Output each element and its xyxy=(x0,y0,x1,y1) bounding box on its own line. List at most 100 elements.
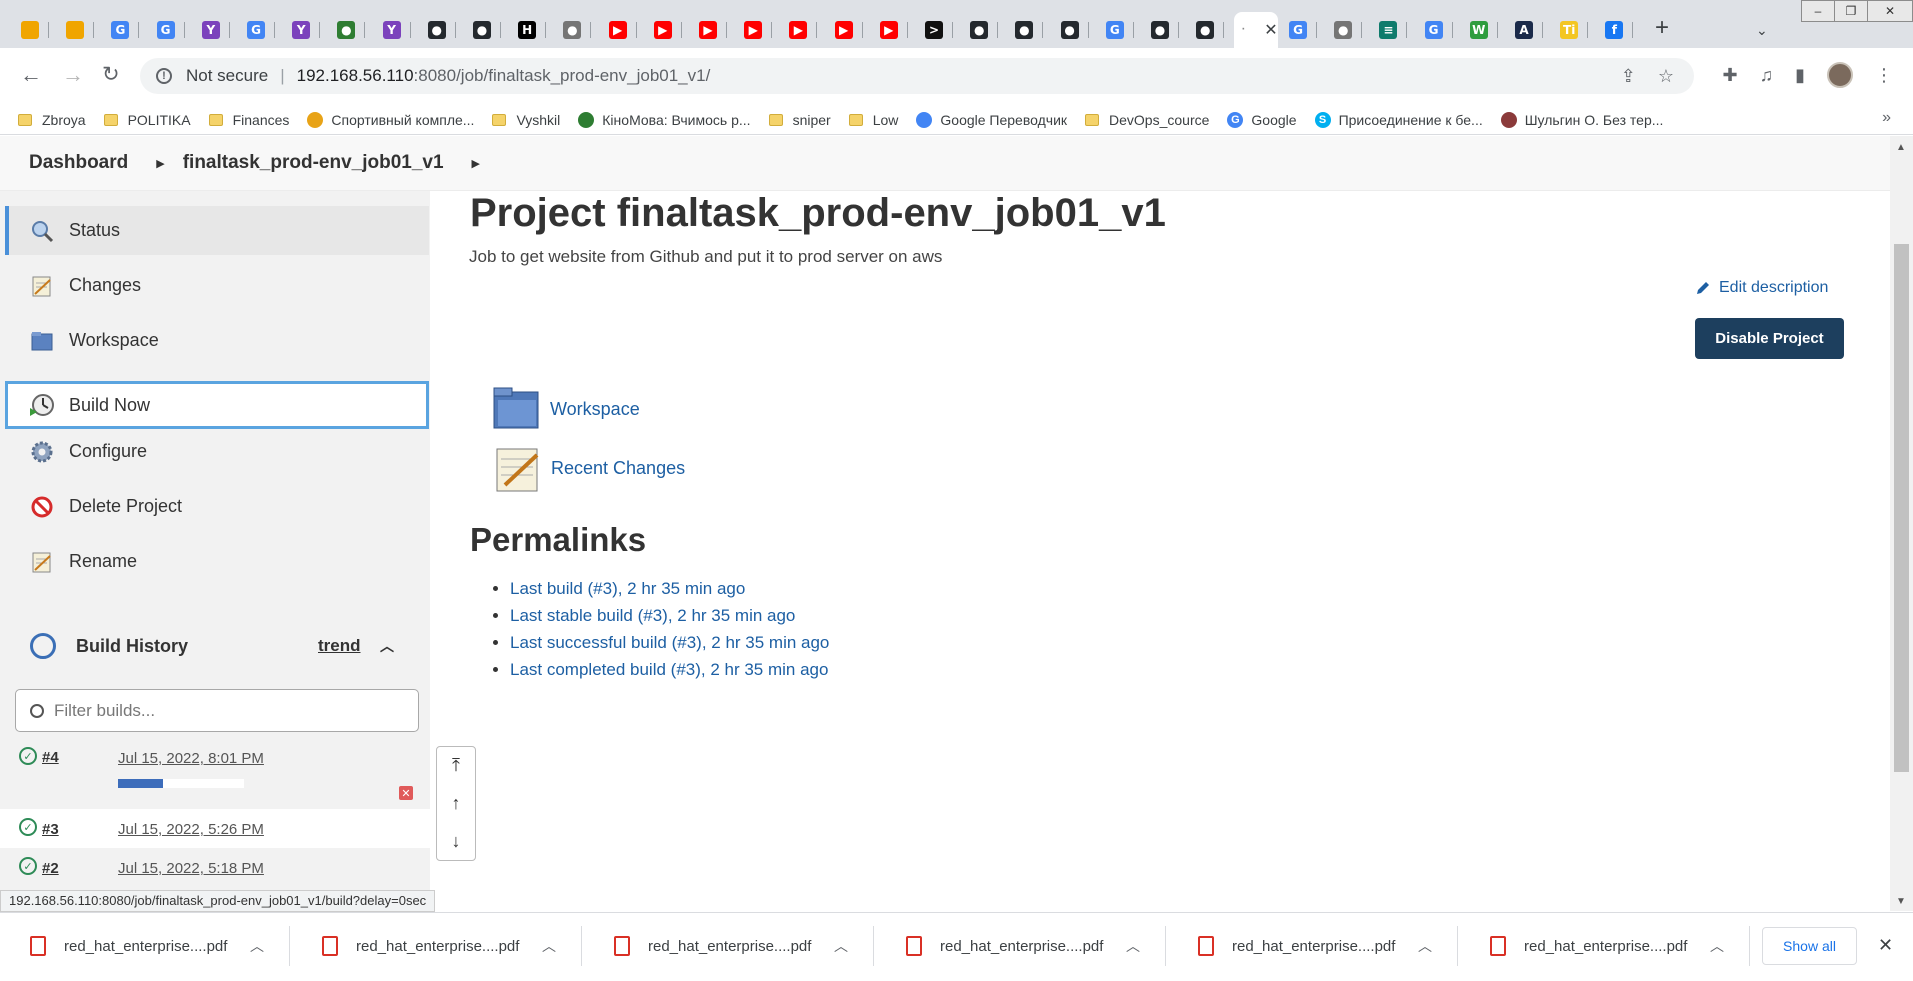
maximize-button[interactable]: ❐ xyxy=(1834,0,1868,22)
close-shelf-icon[interactable]: ✕ xyxy=(1878,935,1893,956)
avatar[interactable] xyxy=(1827,62,1853,88)
chevron-up-icon[interactable]: ︿ xyxy=(1418,936,1432,956)
permalink[interactable]: Last completed build (#3), 2 hr 35 min a… xyxy=(510,660,828,679)
browser-tab[interactable]: ● xyxy=(1324,12,1363,48)
download-item[interactable]: red_hat_enterprise....pdf ︿ xyxy=(584,921,874,971)
sidebar-item-delete-project[interactable]: Delete Project xyxy=(5,482,429,531)
recent-changes-link[interactable]: Recent Changes xyxy=(493,443,685,493)
browser-tab[interactable]: ● xyxy=(1005,12,1044,48)
vertical-scrollbar[interactable]: ▲ ▼ xyxy=(1890,136,1913,911)
side-panel-icon[interactable]: ▮ xyxy=(1795,65,1805,86)
scroll-down-icon[interactable]: ↓ xyxy=(452,831,461,852)
browser-tab[interactable]: G xyxy=(101,12,140,48)
filter-builds-input[interactable]: Filter builds... xyxy=(15,689,419,732)
close-tab-icon[interactable]: ✕ xyxy=(1264,20,1277,40)
browser-tab[interactable]: ● xyxy=(327,12,366,48)
browser-tab[interactable]: ● xyxy=(1051,12,1089,48)
browser-tab[interactable]: Y xyxy=(192,12,230,48)
browser-tab[interactable]: Y xyxy=(373,12,411,48)
browser-tab[interactable]: ▶ xyxy=(599,12,637,48)
bookmark-item[interactable]: DevOps_cource xyxy=(1085,112,1209,128)
permalink[interactable]: Last build (#3), 2 hr 35 min ago xyxy=(510,579,745,598)
chevron-right-icon[interactable]: ▶ xyxy=(472,157,480,170)
build-date[interactable]: Jul 15, 2022, 8:01 PM xyxy=(118,750,264,767)
browser-tab[interactable]: G xyxy=(147,12,185,48)
bookmark-item[interactable]: Zbroya xyxy=(18,112,86,128)
browser-tab[interactable] xyxy=(11,12,49,48)
active-tab[interactable]: · ✕ xyxy=(1234,12,1278,48)
download-item[interactable]: red_hat_enterprise....pdf ︿ xyxy=(1460,921,1750,971)
browser-tab[interactable]: ● xyxy=(418,12,456,48)
trend-link[interactable]: trend xyxy=(318,636,361,656)
scrollbar-thumb[interactable] xyxy=(1894,244,1909,772)
sidebar-item-changes[interactable]: Changes xyxy=(5,261,429,310)
bookmark-item[interactable]: Шульгин О. Без тер... xyxy=(1500,111,1663,128)
sidebar-item-configure[interactable]: Configure xyxy=(5,427,429,476)
chevron-up-icon[interactable]: ︿ xyxy=(834,936,848,956)
bookmark-item[interactable]: S Присоединение к бе... xyxy=(1314,111,1483,128)
browser-tab[interactable]: G xyxy=(1415,12,1453,48)
show-all-downloads-button[interactable]: Show all xyxy=(1762,927,1857,965)
media-icon[interactable]: ♫ xyxy=(1760,65,1774,86)
breadcrumb-dashboard[interactable]: Dashboard xyxy=(29,152,128,174)
build-date[interactable]: Jul 15, 2022, 5:18 PM xyxy=(118,860,264,877)
browser-tab[interactable]: Ti xyxy=(1550,12,1589,48)
menu-icon[interactable]: ⋮ xyxy=(1875,65,1893,86)
sidebar-item-rename[interactable]: Rename xyxy=(5,537,429,586)
browser-tab[interactable]: f xyxy=(1595,12,1634,48)
build-number[interactable]: #4 xyxy=(42,749,59,766)
browser-tab[interactable]: ● xyxy=(960,12,999,48)
scroll-up-icon[interactable]: ↑ xyxy=(452,793,461,814)
permalink[interactable]: Last successful build (#3), 2 hr 35 min … xyxy=(510,633,829,652)
chevron-up-icon[interactable]: ︿ xyxy=(1126,936,1140,956)
workspace-link[interactable]: Workspace xyxy=(492,384,640,434)
sidebar-item-status[interactable]: Status xyxy=(5,206,429,255)
browser-tab[interactable]: H xyxy=(508,12,547,48)
chevron-up-icon[interactable]: ︿ xyxy=(250,936,264,956)
tab-search-icon[interactable]: ⌄ xyxy=(1756,22,1768,39)
disable-project-button[interactable]: Disable Project xyxy=(1695,318,1844,359)
bookmark-item[interactable]: Google Переводчик xyxy=(916,111,1067,128)
extensions-icon[interactable]: ✚ xyxy=(1723,65,1738,86)
bookmark-item[interactable]: POLITIKA xyxy=(103,112,191,128)
bookmark-item[interactable]: КіноМова: Вчимось р... xyxy=(578,111,751,128)
breadcrumb-job[interactable]: finaltask_prod-env_job01_v1 xyxy=(183,152,444,174)
browser-tab[interactable]: ▶ xyxy=(644,12,682,48)
browser-tab[interactable]: ▶ xyxy=(689,12,727,48)
reload-icon[interactable]: ↻ xyxy=(102,62,120,87)
download-item[interactable]: red_hat_enterprise....pdf ︿ xyxy=(876,921,1166,971)
bookmark-item[interactable]: Finances xyxy=(208,112,289,128)
scroll-up-arrow-icon[interactable]: ▲ xyxy=(1896,142,1906,153)
back-icon[interactable]: ← xyxy=(20,62,42,88)
scroll-top-icon[interactable]: ⤒ xyxy=(452,755,460,776)
share-icon[interactable]: ⇪ xyxy=(1621,66,1636,87)
address-bar[interactable]: ! Not secure | 192.168.56.110 :8080/job/… xyxy=(140,58,1694,94)
bookmark-item[interactable]: sniper xyxy=(768,112,831,128)
cancel-build-icon[interactable]: ✕ xyxy=(399,786,413,800)
sidebar-item-build-now[interactable]: Build Now xyxy=(5,381,429,429)
browser-tab[interactable]: ▶ xyxy=(825,12,863,48)
bookmark-item[interactable]: Low xyxy=(848,112,898,128)
download-item[interactable]: red_hat_enterprise....pdf ︿ xyxy=(1168,921,1458,971)
minimize-button[interactable]: – xyxy=(1801,0,1835,22)
bookmarks-overflow-icon[interactable]: » xyxy=(1882,109,1891,127)
download-item[interactable]: red_hat_enterprise....pdf ︿ xyxy=(292,921,582,971)
permalink[interactable]: Last stable build (#3), 2 hr 35 min ago xyxy=(510,606,795,625)
browser-tab[interactable]: G xyxy=(1279,12,1317,48)
warning-icon[interactable]: ! xyxy=(156,68,172,84)
star-icon[interactable]: ☆ xyxy=(1658,66,1674,87)
chevron-right-icon[interactable]: ▶ xyxy=(156,157,164,170)
browser-tab[interactable]: ● xyxy=(1141,12,1179,48)
browser-tab[interactable]: G xyxy=(1096,12,1134,48)
browser-tab[interactable]: ▶ xyxy=(870,12,908,48)
sidebar-item-workspace[interactable]: Workspace xyxy=(5,316,429,365)
browser-tab[interactable]: W xyxy=(1460,12,1498,48)
build-date[interactable]: Jul 15, 2022, 5:26 PM xyxy=(118,821,264,838)
forward-icon[interactable]: → xyxy=(62,62,84,88)
browser-tab[interactable]: ● xyxy=(553,12,592,48)
browser-tab[interactable]: Y xyxy=(282,12,321,48)
chevron-up-icon[interactable]: ︿ xyxy=(380,636,394,656)
browser-tab[interactable] xyxy=(56,12,95,48)
browser-tab[interactable]: > xyxy=(915,12,953,48)
new-tab-button[interactable]: + xyxy=(1655,16,1669,40)
